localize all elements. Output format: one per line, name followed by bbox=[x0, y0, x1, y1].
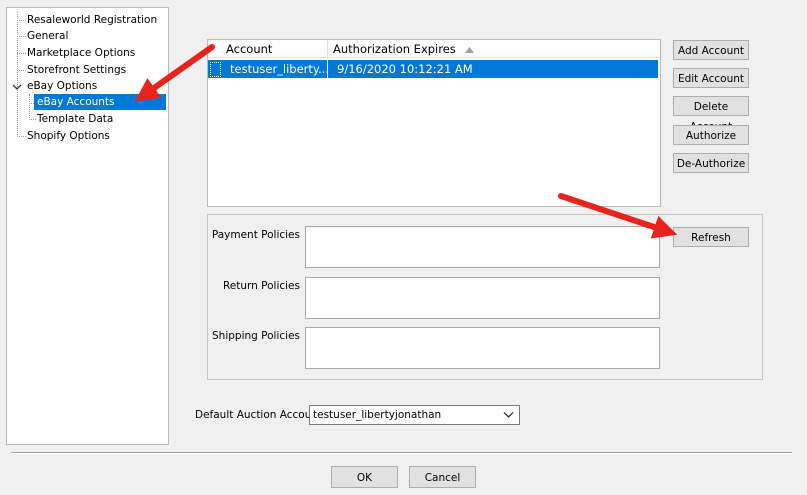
annotation-arrows bbox=[134, 44, 678, 239]
annotation-arrow-to-refresh bbox=[558, 193, 678, 239]
annotation-arrow-to-ebay-accounts bbox=[134, 44, 215, 102]
